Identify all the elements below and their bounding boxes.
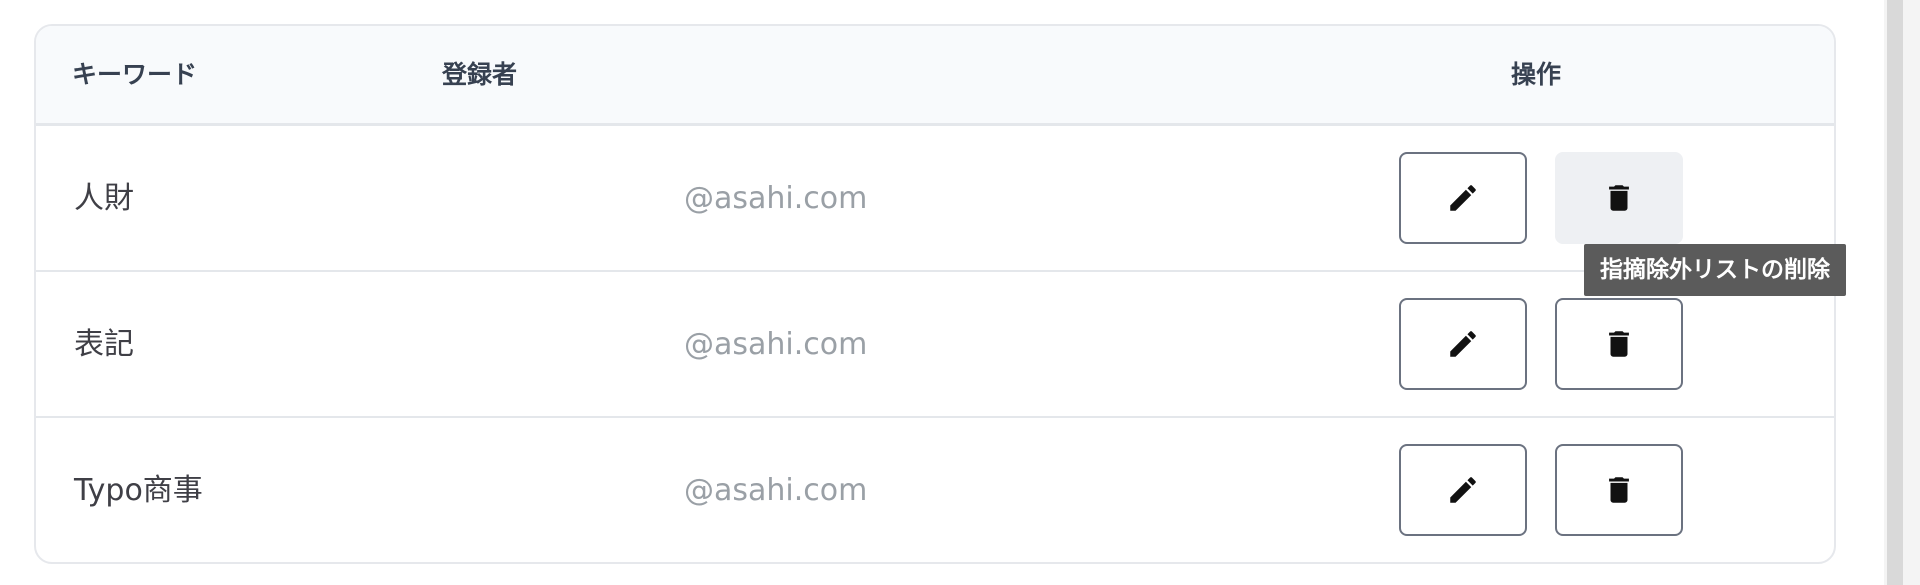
- column-header-keyword: キーワード: [72, 60, 198, 89]
- pencil-icon: [1450, 185, 1476, 211]
- edit-button[interactable]: [1399, 444, 1527, 536]
- registrant-cell: @asahi.com: [684, 473, 868, 508]
- column-header-actions: 操作: [1511, 60, 1562, 89]
- scrollbar-thumb[interactable]: [1887, 0, 1903, 585]
- delete-button[interactable]: [1555, 152, 1683, 244]
- keyword-cell: Typo商事: [74, 473, 203, 508]
- page: キーワード 登録者 操作 人財 @asahi.com 表記 @asahi.com: [0, 0, 1920, 585]
- trash-icon: [1609, 331, 1629, 357]
- table-row: 表記 @asahi.com: [36, 272, 1834, 418]
- registrant-cell: @asahi.com: [684, 181, 868, 216]
- keyword-cell: 人財: [74, 181, 134, 216]
- table-header: キーワード 登録者 操作: [36, 26, 1834, 126]
- pencil-icon: [1450, 331, 1476, 357]
- delete-button[interactable]: [1555, 444, 1683, 536]
- edit-button[interactable]: [1399, 152, 1527, 244]
- delete-tooltip: 指摘除外リストの削除: [1584, 244, 1846, 296]
- column-header-registrant: 登録者: [442, 60, 518, 89]
- pencil-icon: [1450, 477, 1476, 503]
- exclusion-list-table: キーワード 登録者 操作 人財 @asahi.com 表記 @asahi.com: [34, 24, 1836, 564]
- edit-button[interactable]: [1399, 298, 1527, 390]
- trash-icon: [1609, 477, 1629, 503]
- table-row: 人財 @asahi.com: [36, 126, 1834, 272]
- table-row: Typo商事 @asahi.com: [36, 418, 1834, 562]
- keyword-cell: 表記: [74, 327, 134, 362]
- registrant-cell: @asahi.com: [684, 327, 868, 362]
- trash-icon: [1609, 185, 1629, 211]
- delete-button[interactable]: [1555, 298, 1683, 390]
